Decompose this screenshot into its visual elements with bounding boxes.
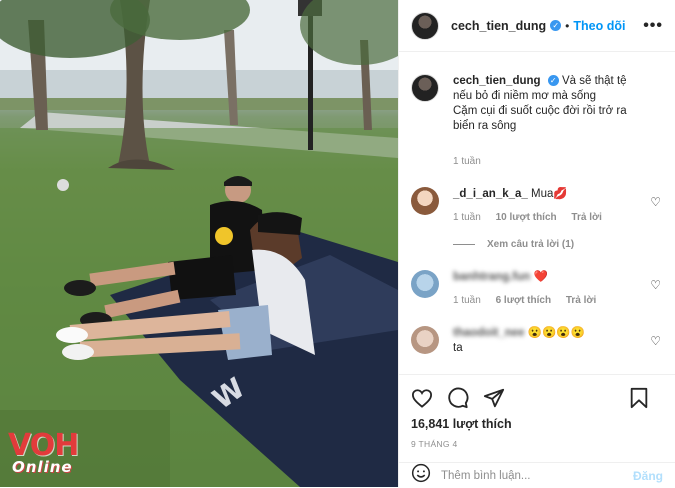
caption-avatar[interactable] [411, 74, 439, 102]
post-date[interactable]: 9 THÁNG 4 [411, 439, 663, 449]
comment-item: banhtrang.fun ❤️ 1 tuần 6 lượt thích Trả… [411, 270, 663, 308]
comment-item: thaodoit_nee 😮😮😮😮 ta ♡ [411, 326, 663, 356]
comment-time[interactable]: 1 tuần [453, 212, 481, 223]
commenter-avatar[interactable] [411, 326, 439, 354]
view-replies-button[interactable]: Xem câu trả lời (1) [453, 239, 663, 250]
author-avatar[interactable] [411, 11, 439, 40]
comment-likes[interactable]: 10 lượt thích [496, 212, 557, 223]
comment-item: _d_i_an_k_a_ Mua💋 1 tuần 10 lượt thích T… [411, 187, 663, 225]
commenter-avatar[interactable] [411, 270, 439, 298]
verified-badge-icon: ✓ [547, 75, 559, 86]
like-comment-heart-icon[interactable]: ♡ [650, 278, 661, 292]
comment-text: ❤️ [533, 271, 548, 283]
commenter-avatar[interactable] [411, 187, 439, 215]
comment-text: Mua💋 [531, 188, 568, 200]
add-comment-bar: Đăng [399, 462, 675, 488]
comment-input[interactable] [441, 469, 633, 482]
replies-divider [453, 244, 475, 245]
reply-button[interactable]: Trả lời [571, 212, 601, 223]
comment-username[interactable]: banhtrang.fun [453, 271, 530, 283]
caption-time[interactable]: 1 tuần [453, 156, 481, 167]
comment-likes[interactable]: 6 lượt thích [496, 295, 551, 306]
post-actions: 16,841 lượt thích 9 THÁNG 4 [399, 374, 675, 449]
bookmark-icon[interactable] [629, 387, 649, 409]
author-username[interactable]: cech_tien_dung [451, 19, 546, 33]
follow-button[interactable]: Theo dõi [573, 19, 625, 33]
likes-count[interactable]: 16,841 lượt thích [411, 417, 663, 431]
comment-text-continued: ta [453, 342, 463, 354]
comment-time[interactable]: 1 tuần [453, 295, 481, 306]
post-comment-button[interactable]: Đăng [633, 469, 663, 483]
like-comment-heart-icon[interactable]: ♡ [650, 195, 661, 209]
share-send-icon[interactable] [483, 387, 505, 409]
comment-text: 😮😮😮😮 [527, 327, 586, 339]
reply-button[interactable]: Trả lời [566, 295, 596, 306]
like-comment-heart-icon[interactable]: ♡ [650, 334, 661, 348]
emoji-smiley-icon[interactable] [411, 463, 431, 488]
photo-scene: W [0, 0, 398, 487]
post-header: cech_tien_dung ✓ • Theo dõi ••• [399, 0, 675, 52]
verified-badge-icon: ✓ [550, 20, 562, 31]
comment-username[interactable]: thaodoit_nee [453, 327, 525, 339]
watermark-sub: Online [12, 458, 73, 476]
post-photo[interactable]: W VOH Online [0, 0, 398, 487]
comment-bubble-icon[interactable] [447, 387, 469, 409]
caption-username[interactable]: cech_tien_dung [453, 75, 541, 87]
like-heart-icon[interactable] [411, 388, 433, 408]
more-options-icon[interactable]: ••• [643, 17, 663, 35]
header-separator: • [565, 18, 570, 33]
voh-watermark-logo: VOH Online [8, 431, 79, 476]
caption-text-line2: Cặm cụi đi suốt cuộc đời rồi trở ra biển… [453, 105, 627, 132]
view-replies-label: Xem câu trả lời (1) [487, 239, 575, 250]
comment-username[interactable]: _d_i_an_k_a_ [453, 188, 528, 200]
comments-list[interactable]: cech_tien_dung ✓ Và sẽ thật tệ nếu bỏ đi… [399, 52, 675, 372]
post-side-panel: cech_tien_dung ✓ • Theo dõi ••• cech_tie… [398, 0, 675, 487]
caption: cech_tien_dung ✓ Và sẽ thật tệ nếu bỏ đi… [411, 74, 663, 169]
